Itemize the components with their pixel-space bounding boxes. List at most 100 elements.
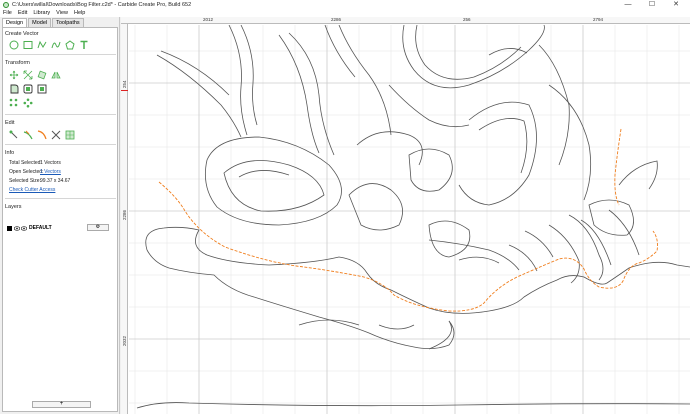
water-outline: [146, 249, 455, 349]
eye-icon[interactable]: [14, 225, 20, 231]
leaf: [223, 160, 325, 212]
branch: [388, 84, 470, 128]
check-cutter-access-link[interactable]: Check Cutter Access: [9, 187, 55, 193]
mode-tabs: Design Model Toolpaths: [2, 18, 85, 27]
selected-path: [614, 128, 622, 206]
ruler-label: 2012: [203, 17, 214, 22]
total-selected-row: Total Selected: 1 Vectors: [9, 160, 61, 166]
branch: [240, 25, 258, 126]
transform-title: Transform: [5, 60, 30, 66]
design-canvas[interactable]: 2012 2286 256 2794 254 2286 2032: [121, 17, 690, 414]
root: [524, 230, 554, 258]
open-selected-label: Open Selected:: [9, 169, 44, 175]
align-icon[interactable]: [37, 84, 47, 94]
array-icon[interactable]: [9, 98, 19, 108]
close-button[interactable]: ✕: [666, 0, 686, 9]
ruler-label: 2794: [593, 17, 604, 22]
cursor-marker: [121, 90, 128, 91]
circle-icon[interactable]: [9, 40, 19, 50]
drawing-area[interactable]: [129, 25, 690, 414]
minimize-button[interactable]: —: [618, 0, 638, 9]
eye-icon[interactable]: [21, 225, 27, 231]
vector-artwork: [136, 25, 690, 409]
leaf: [408, 148, 453, 192]
window-title: C:\Users\willal\Downloads\Bog Filter.c2d…: [12, 1, 192, 8]
title-bar: C:\Users\willal\Downloads\Bog Filter.c2d…: [0, 0, 690, 9]
app-icon: [3, 1, 9, 8]
leaf: [458, 256, 500, 264]
node-edit-icon[interactable]: [9, 130, 19, 140]
leaf: [378, 324, 415, 330]
menu-help[interactable]: Help: [74, 10, 85, 16]
major-grid: [129, 25, 690, 414]
edit-title: Edit: [5, 120, 15, 126]
separator: [5, 144, 116, 145]
maximize-button[interactable]: ☐: [642, 0, 662, 9]
ruler-label: 2286: [122, 209, 127, 220]
root: [508, 244, 538, 272]
branch: [278, 34, 320, 154]
add-layer-button[interactable]: +: [32, 401, 91, 408]
layer-name[interactable]: DEFAULT: [29, 225, 52, 231]
circular-array-icon[interactable]: [23, 98, 33, 108]
open-selected-row: Open Selected: 1 Vectors: [9, 169, 61, 175]
create-vector-title: Create Vector: [5, 31, 39, 37]
leaf: [204, 136, 342, 226]
leaf: [478, 118, 528, 174]
boolean-icon[interactable]: [65, 130, 75, 140]
root: [548, 224, 580, 284]
separator: [5, 54, 116, 55]
offset-icon[interactable]: [23, 84, 33, 94]
ruler-label: 2286: [331, 17, 342, 22]
tab-design[interactable]: Design: [2, 18, 28, 27]
info-title: Info: [5, 150, 15, 156]
ruler-label: 254: [122, 80, 127, 88]
layer-color-swatch[interactable]: [7, 225, 12, 231]
ruler-label: 256: [463, 17, 471, 22]
branch: [160, 50, 230, 96]
tab-toolpaths[interactable]: Toolpaths: [52, 18, 84, 27]
join-icon[interactable]: [23, 130, 33, 140]
mirror-icon[interactable]: [51, 70, 61, 80]
open-selected-value[interactable]: 1 Vectors: [40, 169, 61, 175]
scale-icon[interactable]: [23, 70, 33, 80]
top-ruler: 2012 2286 256 2794: [121, 17, 690, 24]
ruler-label: 2032: [122, 335, 127, 346]
move-icon[interactable]: [9, 70, 19, 80]
polygon-icon[interactable]: [65, 40, 75, 50]
menu-view[interactable]: View: [56, 10, 68, 16]
water-outline: [145, 226, 690, 314]
menu-edit[interactable]: Edit: [18, 10, 27, 16]
separator: [5, 114, 116, 115]
branch: [228, 25, 248, 136]
branch: [338, 25, 392, 136]
branch: [402, 25, 545, 89]
knife-icon[interactable]: [37, 130, 47, 140]
rectangle-icon[interactable]: [23, 40, 33, 50]
selected-size-row: Selected Size: 99.37 x 34.67: [9, 178, 70, 184]
leaf: [348, 183, 403, 231]
curve-icon[interactable]: [51, 40, 61, 50]
root: [568, 214, 604, 281]
layer-row[interactable]: DEFAULT ⚙: [7, 224, 115, 232]
total-selected-value: 1 Vectors: [40, 160, 61, 166]
menu-library[interactable]: Library: [33, 10, 50, 16]
trim-icon[interactable]: [51, 130, 61, 140]
polyline-icon[interactable]: [37, 40, 47, 50]
menu-bar: File Edit Library View Help: [0, 9, 690, 17]
fillet-icon[interactable]: [9, 84, 19, 94]
leaf: [488, 48, 528, 56]
leaf: [298, 319, 360, 326]
total-selected-label: Total Selected:: [9, 160, 42, 166]
left-panel: Design Model Toolpaths Create Vector Tra…: [0, 17, 120, 414]
root: [608, 209, 640, 256]
text-icon[interactable]: [79, 40, 89, 50]
layer-settings-button[interactable]: ⚙: [87, 224, 109, 231]
selected-size-label: Selected Size:: [9, 178, 41, 184]
menu-file[interactable]: File: [3, 10, 12, 16]
left-ruler: 254 2286 2032: [121, 24, 128, 414]
separator: [5, 198, 116, 199]
leaf: [548, 84, 592, 201]
rotate-icon[interactable]: [37, 70, 47, 80]
tab-model[interactable]: Model: [28, 18, 52, 27]
